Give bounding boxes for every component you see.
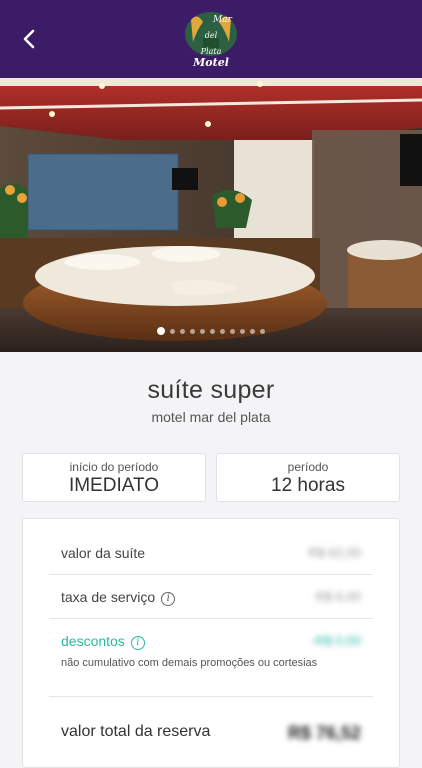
divider — [49, 574, 373, 575]
total-label: valor total da reserva — [61, 723, 211, 740]
gallery-pagination[interactable] — [0, 327, 422, 335]
gallery-dot[interactable] — [170, 328, 175, 334]
chevron-left-icon — [23, 29, 35, 49]
logo-text-motel: Motel — [192, 56, 229, 69]
discount-info-icon[interactable]: i — [130, 635, 145, 650]
suite-photo — [0, 78, 422, 352]
suite-value-label: valor da suíte — [61, 545, 146, 561]
divider — [49, 618, 373, 619]
logo-text-plata: Plata — [200, 47, 222, 56]
gallery-dot[interactable] — [190, 328, 195, 334]
service-fee-label: taxa de serviço — [61, 589, 156, 605]
suite-value-amount: R$ 62,00 — [308, 545, 361, 560]
gallery-dot[interactable] — [157, 327, 165, 335]
period-start-label: início do período — [69, 460, 159, 474]
gallery-dot[interactable] — [240, 328, 245, 334]
pricing-card: valor da suíte R$ 62,00 taxa de serviço i… — [22, 518, 400, 768]
total-amount: R$ 76,52 — [287, 723, 361, 743]
gallery-dot[interactable] — [210, 328, 215, 334]
period-label: período — [287, 460, 329, 474]
motel-logo: Mar del Plata Motel — [183, 8, 239, 70]
gallery-dot[interactable] — [200, 328, 205, 334]
motel-name: motel mar del plata — [151, 409, 271, 425]
logo-text-mar: Mar — [212, 15, 233, 25]
discounts-note: não cumulativo com demais promoções ou c… — [61, 657, 318, 669]
discounts-amount: -R$ 0,00 — [311, 633, 361, 648]
gallery-dot[interactable] — [180, 328, 185, 334]
suite-title: suíte super — [147, 376, 275, 404]
gallery-dot[interactable] — [250, 328, 255, 334]
logo-text-del: del — [205, 31, 218, 40]
period-start-box: início do período IMEDIATO — [22, 453, 206, 502]
info-icon[interactable]: i — [161, 591, 176, 606]
suite-photo-gallery[interactable] — [0, 78, 422, 352]
app-header: Mar del Plata Motel — [0, 0, 422, 78]
period-value: 12 horas — [271, 475, 345, 496]
back-button[interactable] — [14, 24, 44, 54]
period-start-value: IMEDIATO — [68, 475, 160, 496]
discounts-label: descontos — [61, 633, 125, 649]
period-box: período 12 horas — [216, 453, 400, 502]
gallery-dot[interactable] — [260, 328, 265, 334]
gallery-dot[interactable] — [220, 328, 225, 334]
service-fee-amount: R$ 6,00 — [315, 589, 361, 604]
divider — [49, 696, 373, 697]
gallery-dot[interactable] — [230, 328, 235, 334]
